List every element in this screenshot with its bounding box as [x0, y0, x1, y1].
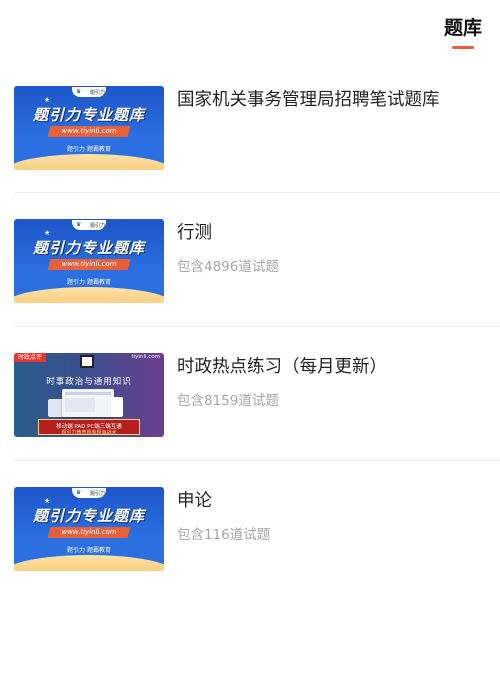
brand-logo: ♛ 题引力	[72, 488, 106, 498]
logo-text: 题引力	[90, 223, 106, 229]
item-title[interactable]: 时政热点练习（每月更新）	[177, 355, 387, 379]
thumbnail-subtitle: 题引力 题霸教育	[67, 279, 111, 286]
star-icon: ★	[44, 96, 51, 104]
thumbnail-headline: 时事政治与通用知识	[46, 377, 132, 387]
qr-code-icon	[80, 355, 94, 368]
tab-question-bank[interactable]: 题库	[444, 14, 482, 49]
item-title[interactable]: 行测	[177, 221, 212, 245]
course-thumbnail: ♛ 题引力 ★ 题引力专业题库 www.tiyinli.com 题引力 题霸教育	[14, 86, 164, 170]
thumbnail-url: www.tiyinli.com	[61, 260, 117, 268]
logo-text: 题引力	[90, 491, 106, 497]
logo-text: 题引力	[90, 90, 106, 96]
divider	[14, 326, 500, 327]
decorative-wave	[14, 555, 164, 571]
question-count: 包含4896道试题	[177, 259, 279, 275]
list-item[interactable]: ♛ 题引力 ★ 题引力专业题库 www.tiyinli.com 题引力 题霸教育…	[0, 86, 500, 196]
logo-icon: ♛	[76, 88, 82, 95]
course-thumbnail: ♛ 题引力 ★ 题引力专业题库 www.tiyinli.com 题引力 题霸教育	[14, 219, 164, 303]
list-item[interactable]: 时政点评 tiyinli.com 时事政治与通用知识 移动端 PAD PC端三端…	[0, 353, 500, 463]
laptop-icon	[62, 389, 114, 417]
brand-logo: ♛ 题引力	[72, 220, 106, 230]
decorative-wave	[14, 287, 164, 303]
item-title[interactable]: 国家机关事务管理局招聘笔试题库	[177, 88, 440, 112]
course-thumbnail: 时政点评 tiyinli.com 时事政治与通用知识 移动端 PAD PC端三端…	[14, 353, 164, 437]
phone-icon	[111, 397, 123, 417]
divider	[14, 460, 500, 461]
star-icon: ★	[44, 229, 51, 237]
thumbnail-url: www.tiyinli.com	[61, 127, 117, 135]
thumbnail-subtitle: 题引力 题霸教育	[67, 547, 111, 554]
logo-icon: ♛	[76, 489, 82, 496]
brand-logo: ♛ 题引力	[72, 87, 106, 97]
question-count: 包含8159道试题	[177, 393, 279, 409]
banner-line-2: 题引力教育题库题海战术	[61, 430, 117, 436]
question-count: 包含116道试题	[177, 527, 271, 543]
thumbnail-banner: 移动端 PAD PC端三端互通 题引力教育题库题海战术	[38, 419, 140, 436]
list-item[interactable]: ♛ 题引力 ★ 题引力专业题库 www.tiyinli.com 题引力 题霸教育…	[0, 219, 500, 329]
star-icon: ★	[44, 497, 51, 505]
decorative-wave	[14, 154, 164, 170]
thumbnail-tag: 时政点评	[14, 353, 47, 362]
thumbnail-headline: 题引力专业题库	[32, 507, 145, 525]
thumbnail-headline: 题引力专业题库	[32, 239, 145, 257]
course-thumbnail: ♛ 题引力 ★ 题引力专业题库 www.tiyinli.com 题引力 题霸教育	[14, 487, 164, 571]
logo-icon: ♛	[76, 221, 82, 228]
list-item[interactable]: ♛ 题引力 ★ 题引力专业题库 www.tiyinli.com 题引力 题霸教育…	[0, 487, 500, 597]
thumbnail-subtitle: 题引力 题霸教育	[67, 146, 111, 153]
thumbnail-site: tiyinli.com	[131, 354, 160, 360]
tab-label: 题库	[443, 17, 482, 39]
active-tab-indicator	[451, 46, 474, 49]
divider	[14, 192, 500, 193]
thumbnail-headline: 题引力专业题库	[32, 106, 145, 124]
item-title[interactable]: 申论	[177, 489, 212, 513]
thumbnail-url: www.tiyinli.com	[61, 528, 117, 536]
